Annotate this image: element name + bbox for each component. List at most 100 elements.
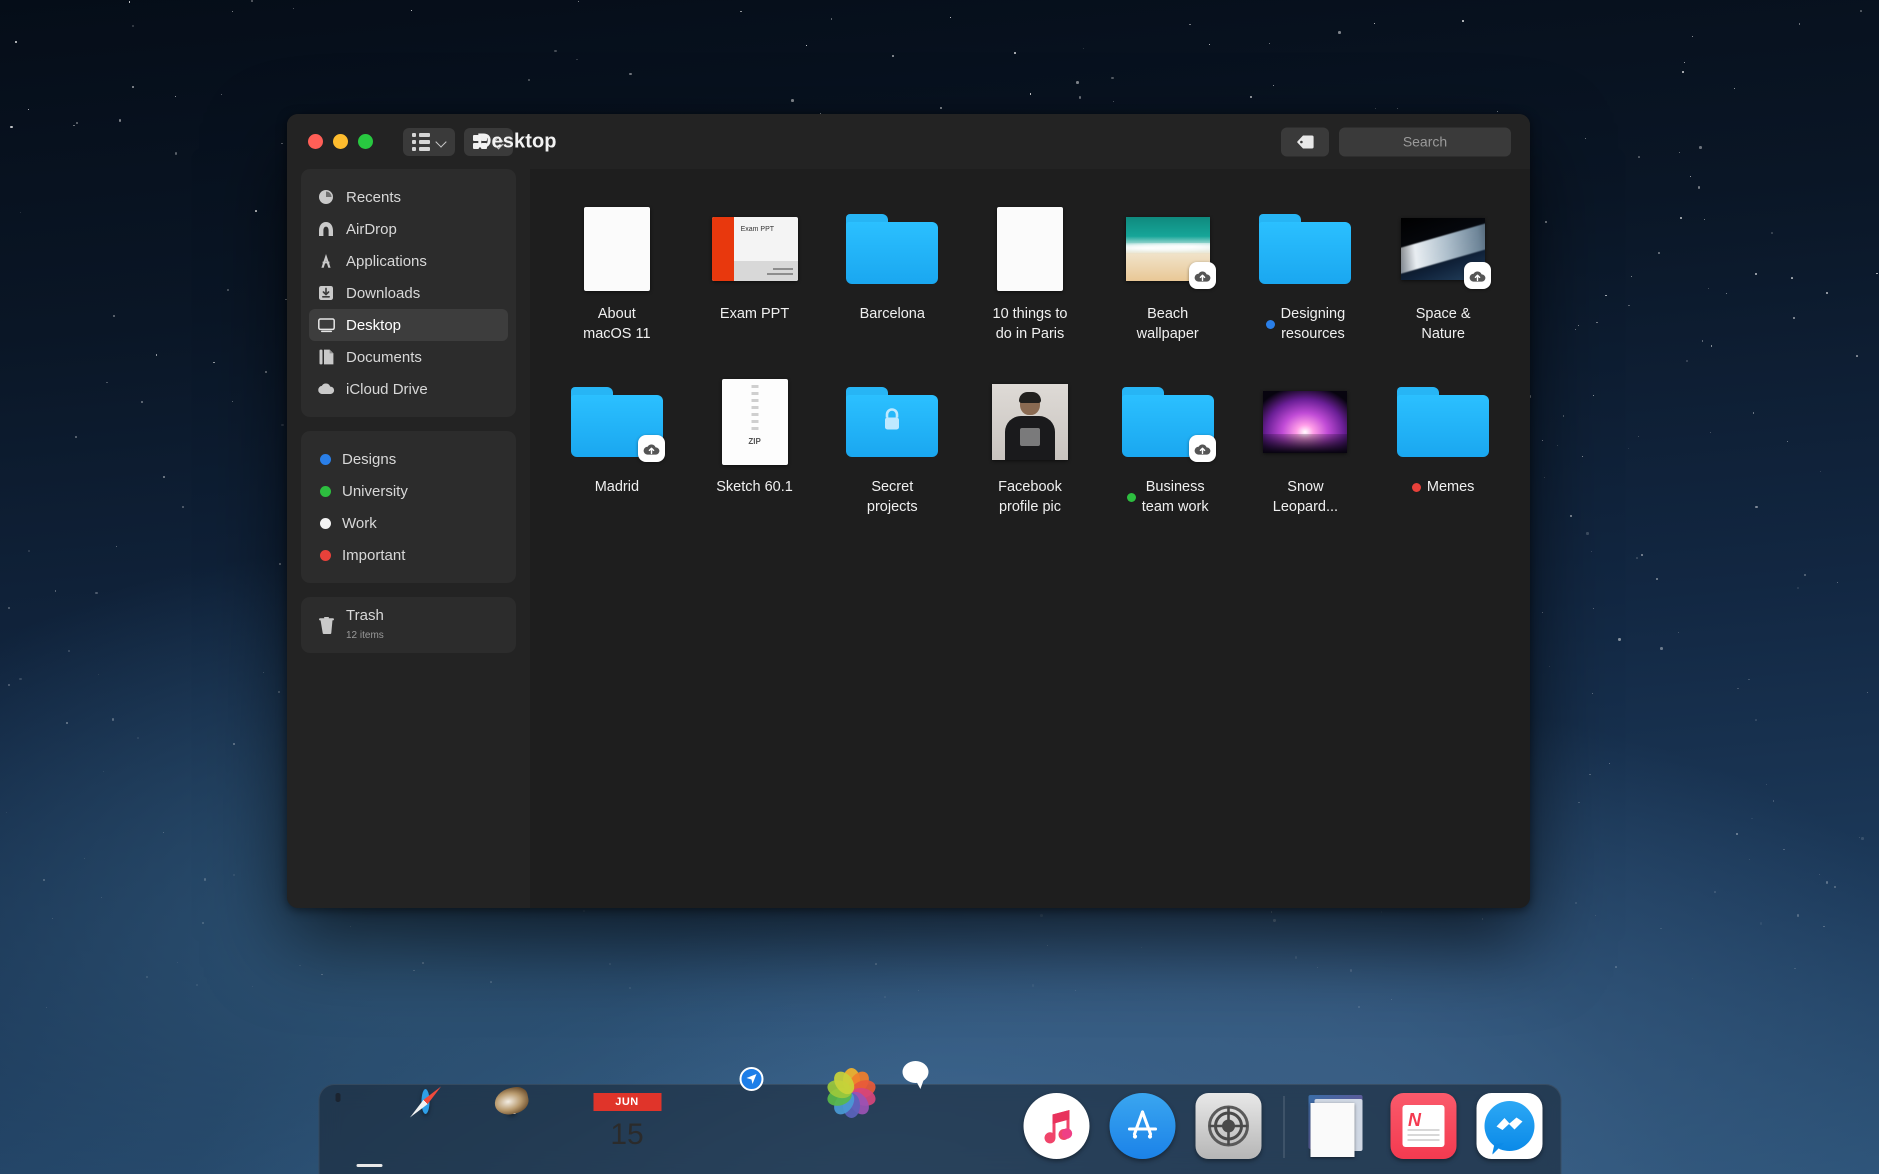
lock-icon [881,407,903,438]
file-item[interactable]: Designing resources [1237,203,1375,344]
file-label: Designing resources [1266,304,1346,344]
sidebar-tag-work[interactable]: Work [309,507,508,539]
search-placeholder: Search [1403,134,1447,150]
file-label: Exam PPT [720,304,789,324]
trash-icon [317,616,335,634]
file-item[interactable]: Snow Leopard... [1237,376,1375,517]
sidebar-item-label: AirDrop [346,221,397,238]
clock-icon [317,188,335,206]
tag-color-dot [320,486,331,497]
dock-icon-wrap [765,1093,833,1161]
sidebar-item-label: Recents [346,189,401,206]
toolbar-right: Search [1281,127,1511,156]
sidebar-item-airdrop[interactable]: AirDrop [309,213,508,245]
sidebar-item-recents[interactable]: Recents [309,181,508,213]
sidebar-item-label: Applications [346,253,427,270]
file-label: Space & Nature [1416,304,1471,344]
dock-icon-wrap [851,1093,919,1161]
dock-item-safari[interactable] [419,1093,491,1171]
file-item[interactable]: Space & Nature [1374,203,1512,344]
sidebar-item-documents[interactable]: Documents [309,341,508,373]
file-name: Space & Nature [1416,304,1471,344]
file-name: Facebook profile pic [998,477,1062,517]
dock-icon-wrap [1023,1093,1091,1161]
documents-icon [317,348,335,366]
messenger-icon [1476,1093,1542,1159]
file-item[interactable]: 10 things to do in Paris [961,203,1099,344]
trash-label: Trash [346,607,384,624]
icloud-download-badge [1464,262,1491,289]
sidebar-item-downloads[interactable]: Downloads [309,277,508,309]
file-label: Business team work [1127,477,1209,517]
sidebar-item-trash[interactable]: Trash 12 items [309,607,508,643]
file-item[interactable]: Memes [1374,376,1512,517]
dock-item-preview[interactable] [505,1093,577,1171]
file-item[interactable]: Barcelona [823,203,961,344]
sidebar-item-desktop[interactable]: Desktop [309,309,508,341]
search-input[interactable]: Search [1339,127,1511,156]
file-thumbnail [1393,376,1493,468]
dock-icon-wrap [1476,1093,1544,1161]
file-thumbnail [842,203,942,295]
file-item[interactable]: Secret projects [823,376,961,517]
file-name: Secret projects [867,477,918,517]
dock-item-maps[interactable] [763,1093,835,1171]
sidebar-tag-university[interactable]: University [309,475,508,507]
zoom-button[interactable] [358,134,373,149]
file-browser-content[interactable]: About macOS 11 Exam PPT Exam PPT Barcelona1… [530,169,1530,908]
file-thumbnail: ZIP [705,376,805,468]
window-title: Desktop [477,130,557,153]
image-thumbnail-portrait [992,384,1068,460]
file-item[interactable]: About macOS 11 [548,203,686,344]
dock-item-calendar[interactable]: JUN15 [591,1093,663,1171]
file-thumbnail [567,376,667,468]
sidebar: Recents AirDrop Applications DownloadsDeskt… [287,169,530,908]
sidebar-tag-label: Work [342,515,377,532]
slide-title: Exam PPT [741,226,774,233]
file-grid: About macOS 11 Exam PPT Exam PPT Barcelona1… [530,203,1530,517]
dock-item-documents-stack[interactable] [1302,1093,1374,1171]
close-button[interactable] [308,134,323,149]
file-name: Madrid [595,477,639,497]
sidebar-item-icloud-drive[interactable]: iCloud Drive [309,373,508,405]
file-tag-dot [1412,483,1421,492]
dock-item-messages[interactable] [935,1093,1007,1171]
folder-icon [1259,214,1351,284]
icloud-download-badge [638,435,665,462]
calendar-day: 15 [593,1111,661,1159]
file-label: Sketch 60.1 [716,477,793,497]
dock-item-notes[interactable] [677,1093,749,1171]
dock-item-app-store[interactable] [1107,1093,1179,1171]
dock-item-system-preferences[interactable] [1193,1093,1265,1171]
sidebar-item-applications[interactable]: Applications [309,245,508,277]
file-name: Exam PPT [720,304,789,324]
dock-icon-wrap [507,1093,575,1161]
minimize-button[interactable] [333,134,348,149]
file-label: Secret projects [867,477,918,517]
sidebar-item-label: iCloud Drive [346,381,428,398]
file-item[interactable]: Business team work [1099,376,1237,517]
safari-icon [421,1089,429,1114]
dock-item-news[interactable]: N [1388,1093,1460,1171]
file-thumbnail [1118,203,1218,295]
sidebar-tag-designs[interactable]: Designs [309,443,508,475]
icloud-download-badge [1189,262,1216,289]
system-preferences-icon [1195,1093,1261,1159]
dock-item-messenger[interactable] [1474,1093,1546,1171]
file-tag-dot [1127,493,1136,502]
sidebar-tag-important[interactable]: Important [309,539,508,571]
dock-item-finder[interactable] [333,1093,405,1171]
file-item[interactable]: Beach wallpaper [1099,203,1237,344]
file-label: Snow Leopard... [1273,477,1338,517]
file-name: About macOS 11 [583,304,650,344]
calendar-month: JUN [593,1093,661,1111]
file-item[interactable]: Exam PPT Exam PPT [686,203,824,344]
dock-item-music[interactable] [1021,1093,1093,1171]
tag-button[interactable] [1281,127,1329,156]
dock-item-photos[interactable] [849,1093,921,1171]
presentation-icon: Exam PPT [712,217,798,281]
file-item[interactable]: Madrid [548,376,686,517]
file-item[interactable]: ZIP Sketch 60.1 [686,376,824,517]
file-item[interactable]: Facebook profile pic [961,376,1099,517]
list-view-button[interactable] [403,128,455,156]
